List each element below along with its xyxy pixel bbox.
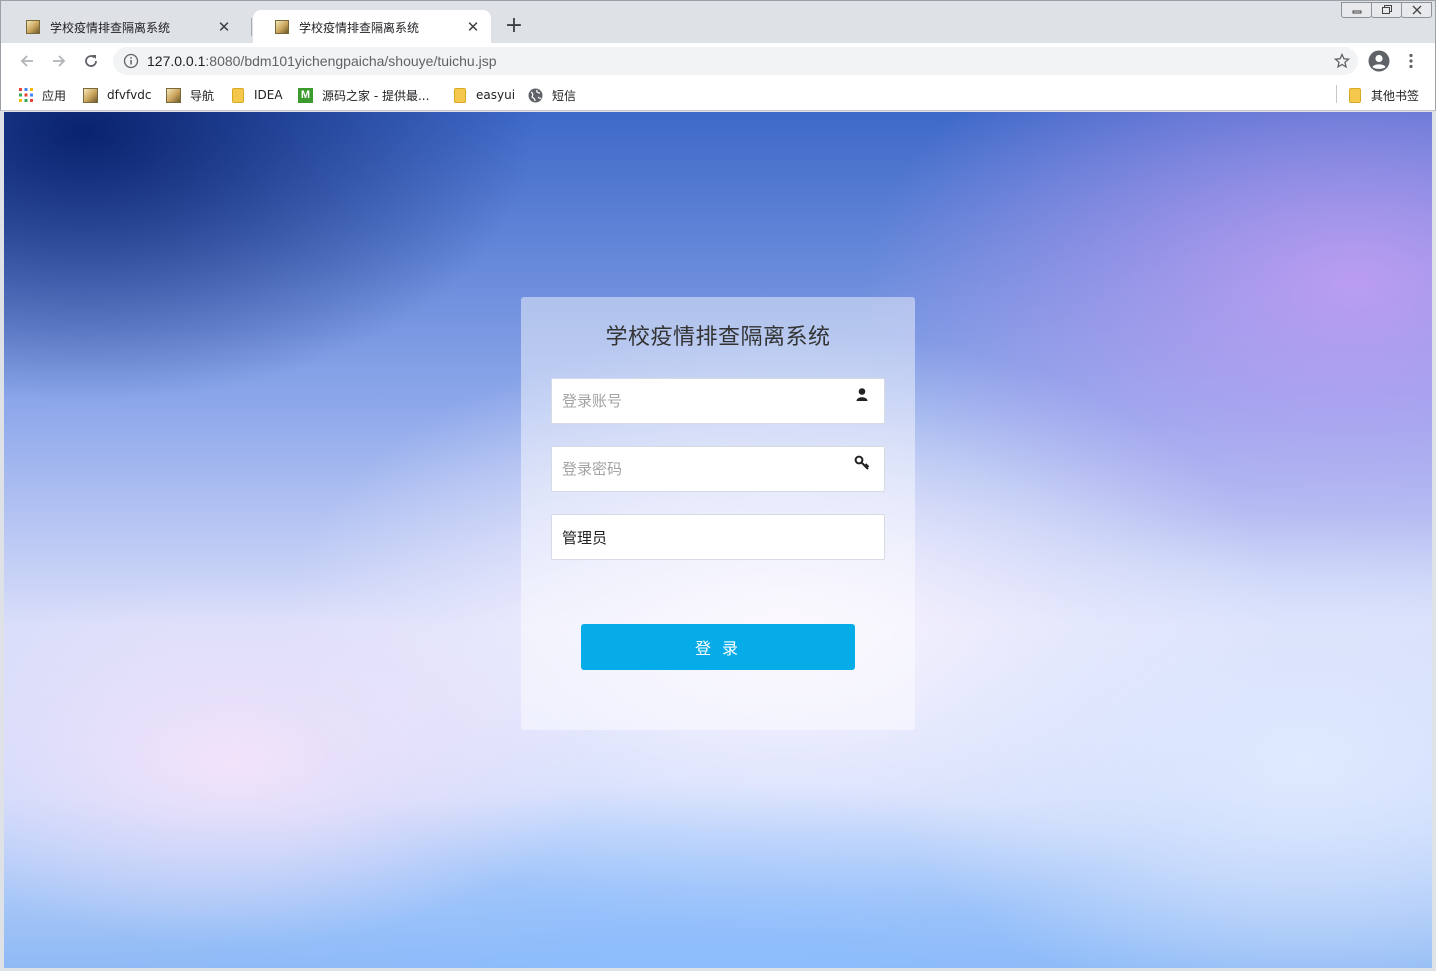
browser-menu-button[interactable] [1399, 49, 1423, 73]
page-title: 学校疫情排查隔离系统 [605, 325, 831, 350]
site-info-icon[interactable] [123, 53, 139, 69]
role-select-value: 管理员 [562, 528, 608, 547]
window-titlebar: 学校疫情排查隔离系统 ✕ 学校疫情排查隔离系统 ✕ + [0, 0, 1436, 44]
tab-close-icon[interactable]: ✕ [465, 19, 481, 35]
bookmark-star-icon[interactable] [1334, 53, 1350, 69]
bookmark-nav[interactable]: 导航 [166, 85, 214, 105]
username-field[interactable] [551, 378, 885, 424]
bookmark-apps[interactable]: 应用 [18, 85, 66, 105]
forward-arrow-icon [53, 55, 66, 67]
bookmarks-bar: 应用 dfvfvdc 导航 IDEA M 源码之家 - 提供最... easyu… [0, 79, 1436, 111]
globe-icon [528, 88, 543, 103]
maximize-button[interactable] [1371, 2, 1402, 18]
bookmarks-divider [1336, 85, 1337, 103]
close-icon [1412, 5, 1421, 15]
bookmark-label: 源码之家 - 提供最... [322, 88, 430, 103]
browser-toolbar: 127.0.0.1:8080/bdm101yichengpaicha/shouy… [0, 43, 1436, 79]
folder-icon [230, 87, 245, 103]
profile-button[interactable] [1367, 49, 1391, 73]
role-select[interactable]: 管理员 [551, 514, 885, 560]
tab-favicon-icon [275, 20, 289, 34]
address-bar[interactable]: 127.0.0.1:8080/bdm101yichengpaicha/shouy… [113, 47, 1358, 75]
more-vert-icon [1409, 53, 1413, 69]
window-frame-right [1432, 112, 1436, 968]
window-controls [1341, 2, 1432, 18]
tab-close-icon[interactable]: ✕ [216, 19, 232, 35]
folder-icon [1347, 87, 1362, 103]
back-button[interactable] [15, 49, 39, 73]
browser-tab-inactive[interactable]: 学校疫情排查隔离系统 ✕ [4, 10, 242, 44]
bookmark-folder-easyui[interactable]: easyui [452, 85, 515, 105]
password-field[interactable] [551, 446, 885, 492]
bookmark-dfvfvdc[interactable]: dfvfvdc [83, 85, 151, 105]
bookmark-yuanma[interactable]: M 源码之家 - 提供最... [298, 85, 429, 105]
bookmark-label: easyui [476, 88, 516, 102]
apps-grid-icon [18, 88, 33, 103]
back-arrow-icon [20, 55, 33, 67]
login-button[interactable]: 登 录 [581, 624, 855, 670]
user-icon [856, 388, 868, 401]
url-text[interactable]: 127.0.0.1:8080/bdm101yichengpaicha/shouy… [147, 53, 497, 69]
password-input[interactable] [562, 460, 842, 478]
m-favicon-icon: M [298, 87, 313, 103]
tab-separator [251, 18, 252, 36]
bookmark-label: 应用 [42, 88, 67, 103]
tab-favicon-icon [26, 20, 40, 34]
url-host: 127.0.0.1 [147, 53, 206, 69]
bookmark-label: dfvfvdc [107, 88, 152, 102]
image-favicon-icon [166, 87, 181, 103]
new-tab-button[interactable]: + [503, 15, 525, 38]
browser-tab-active[interactable]: 学校疫情排查隔离系统 ✕ [253, 10, 491, 44]
other-bookmarks-folder[interactable]: 其他书签 [1347, 85, 1419, 105]
forward-button[interactable] [47, 49, 71, 73]
restore-icon [1381, 5, 1392, 14]
account-avatar-icon [1368, 50, 1390, 72]
bookmark-sms[interactable]: 短信 [528, 85, 576, 105]
folder-icon [452, 87, 467, 103]
url-path: :8080/bdm101yichengpaicha/shouye/tuichu.… [205, 53, 497, 69]
bookmark-label: IDEA [254, 88, 283, 102]
page-background: 学校疫情排查隔离系统 管理员 登 录 [4, 112, 1432, 968]
bookmark-label: 短信 [552, 88, 577, 103]
minimize-icon [1352, 10, 1361, 14]
image-favicon-icon [83, 87, 98, 103]
close-window-button[interactable] [1401, 2, 1432, 18]
key-icon [854, 455, 870, 470]
tab-title: 学校疫情排查隔离系统 [50, 20, 171, 35]
username-input[interactable] [562, 392, 842, 410]
other-bookmarks-label: 其他书签 [1371, 88, 1420, 103]
bookmark-folder-idea[interactable]: IDEA [230, 85, 283, 105]
login-card: 学校疫情排查隔离系统 管理员 登 录 [521, 297, 915, 730]
bookmark-label: 导航 [190, 88, 215, 103]
reload-icon [85, 55, 97, 67]
minimize-button[interactable] [1341, 2, 1372, 18]
reload-button[interactable] [79, 49, 103, 73]
tab-title: 学校疫情排查隔离系统 [299, 20, 420, 35]
